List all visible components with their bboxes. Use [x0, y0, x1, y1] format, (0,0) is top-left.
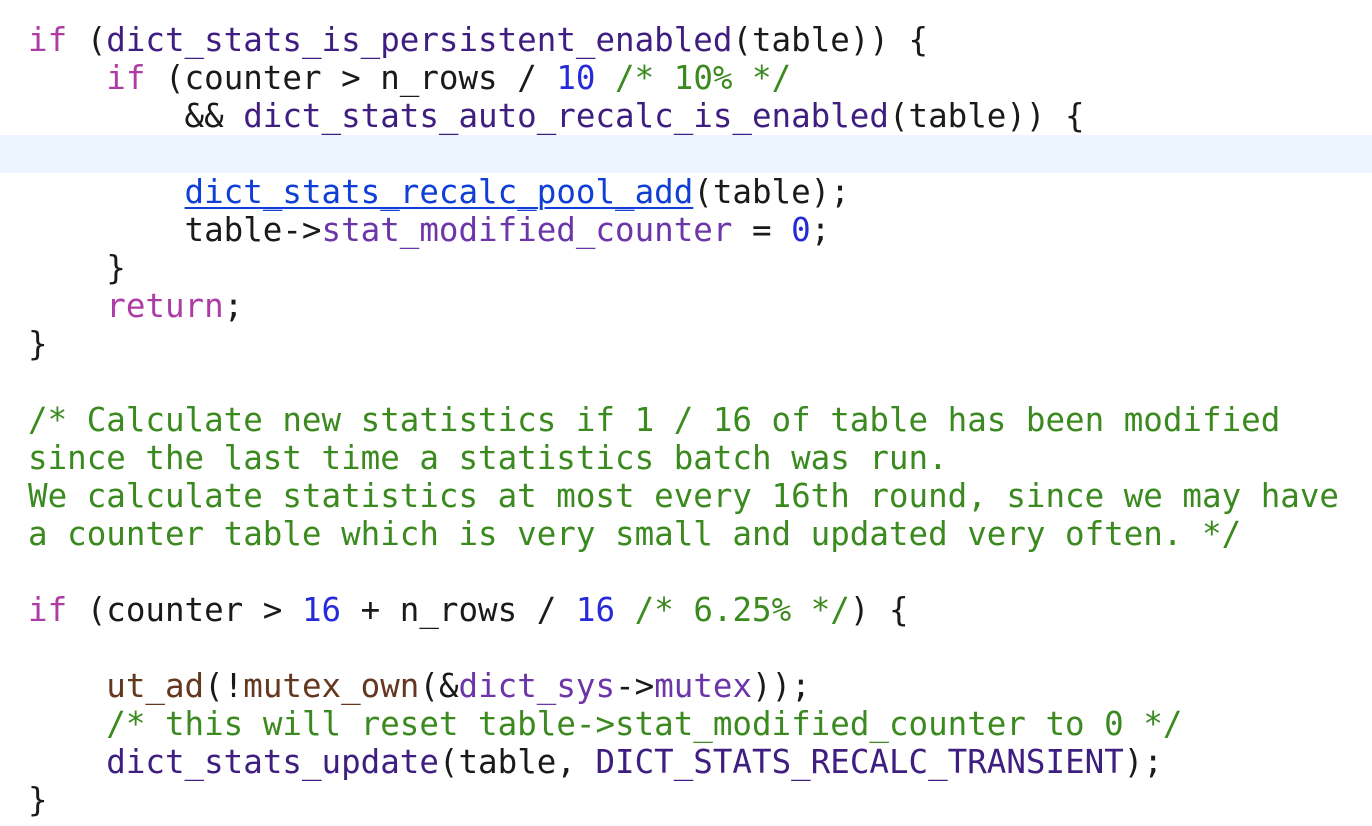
number-literal: 10 — [556, 59, 596, 97]
code-text: table-> — [28, 211, 322, 249]
code-text: (table)) { — [888, 97, 1085, 135]
code-line[interactable]: && dict_stats_auto_recalc_is_enabled (tab… — [28, 97, 1085, 135]
function-token: dict_stats_update — [106, 743, 439, 781]
code-text: ) { — [849, 591, 909, 629]
function-token: DICT_STATS_RECALC_TRANSIENT — [595, 743, 1124, 781]
keyword-token: if — [28, 21, 68, 59]
member-token: dict_sys — [458, 667, 616, 705]
macro-token: mutex_own — [243, 667, 420, 705]
code-text: ( — [67, 21, 107, 59]
code-text: (table); — [693, 173, 850, 211]
code-line[interactable]: table-> stat_modified_counter = 0; — [28, 211, 831, 249]
code-line[interactable]: ut_ad (! mutex_own (& dict_sys -> mutex)); — [28, 667, 811, 705]
code-editor[interactable]: if (dict_stats_is_persistent_enabled (tab… — [0, 0, 1372, 826]
code-text: ; — [223, 287, 244, 325]
number-literal: 0 — [791, 211, 811, 249]
code-line[interactable]: } — [28, 325, 48, 363]
code-line[interactable]: } — [28, 249, 126, 287]
code-text: } — [28, 325, 48, 363]
code-text: } — [28, 249, 126, 287]
code-text: (table, — [438, 743, 596, 781]
code-line[interactable]: /* Calculate new statistics if 1 / 16 of… — [28, 401, 1280, 439]
macro-token: ut_ad — [106, 667, 205, 705]
number-literal: 16 — [575, 591, 616, 629]
code-line[interactable]: dict_stats_recalc_pool_add (table); — [28, 173, 850, 211]
code-text: ; — [810, 211, 831, 249]
member-token: stat_modified_counter — [321, 211, 733, 249]
code-text: (& — [419, 667, 459, 705]
code-text: )); — [752, 667, 811, 705]
code-line[interactable]: We calculate statistics at most every 16… — [28, 477, 1339, 515]
member-token: mutex — [654, 667, 753, 705]
code-line[interactable]: dict_stats_update (table, DICT_STATS_RECA… — [28, 743, 1163, 781]
comment-token: /* this will reset table->stat_modified_… — [106, 705, 1183, 743]
number-literal: 16 — [301, 591, 342, 629]
comment-token: since the last time a statistics batch w… — [28, 439, 948, 477]
code-text: (counter > n_rows / — [145, 59, 557, 97]
function-token: dict_stats_auto_recalc_is_enabled — [243, 97, 889, 135]
code-text: (counter > — [67, 591, 302, 629]
code-line[interactable]: a counter table which is very small and … — [28, 515, 1241, 553]
code-text: && — [28, 97, 244, 135]
function-link[interactable]: dict_stats_recalc_pool_add — [185, 173, 694, 211]
keyword-token: if — [28, 591, 68, 629]
code-text: (table)) { — [732, 21, 929, 59]
current-line-highlight — [0, 135, 1372, 173]
code-line[interactable]: } — [28, 781, 48, 819]
code-text: ); — [1123, 743, 1163, 781]
comment-token: /* 6.25% */ — [634, 591, 850, 629]
comment-token: a counter table which is very small and … — [28, 515, 1242, 553]
code-line[interactable]: since the last time a statistics batch w… — [28, 439, 948, 477]
code-text: -> — [615, 667, 655, 705]
code-line[interactable]: /* this will reset table->stat_modified_… — [28, 705, 1182, 743]
comment-token: We calculate statistics at most every 16… — [28, 477, 1339, 515]
code-text: + n_rows / — [341, 591, 576, 629]
keyword-token: if — [106, 59, 146, 97]
comment-token: /* 10% */ — [615, 59, 792, 97]
code-text: } — [28, 781, 48, 819]
comment-token: /* Calculate new statistics if 1 / 16 of… — [28, 401, 1281, 439]
keyword-token: return — [106, 287, 224, 325]
code-line[interactable]: return; — [28, 287, 243, 325]
function-token: dict_stats_is_persistent_enabled — [106, 21, 733, 59]
code-line[interactable]: if (counter > n_rows / 10 /* 10% */ — [28, 59, 791, 97]
code-line[interactable]: if (counter > 16 + n_rows / 16 /* 6.25% … — [28, 591, 909, 629]
code-text: = — [732, 211, 792, 249]
code-line[interactable]: if (dict_stats_is_persistent_enabled (tab… — [28, 21, 928, 59]
code-text: (! — [204, 667, 244, 705]
